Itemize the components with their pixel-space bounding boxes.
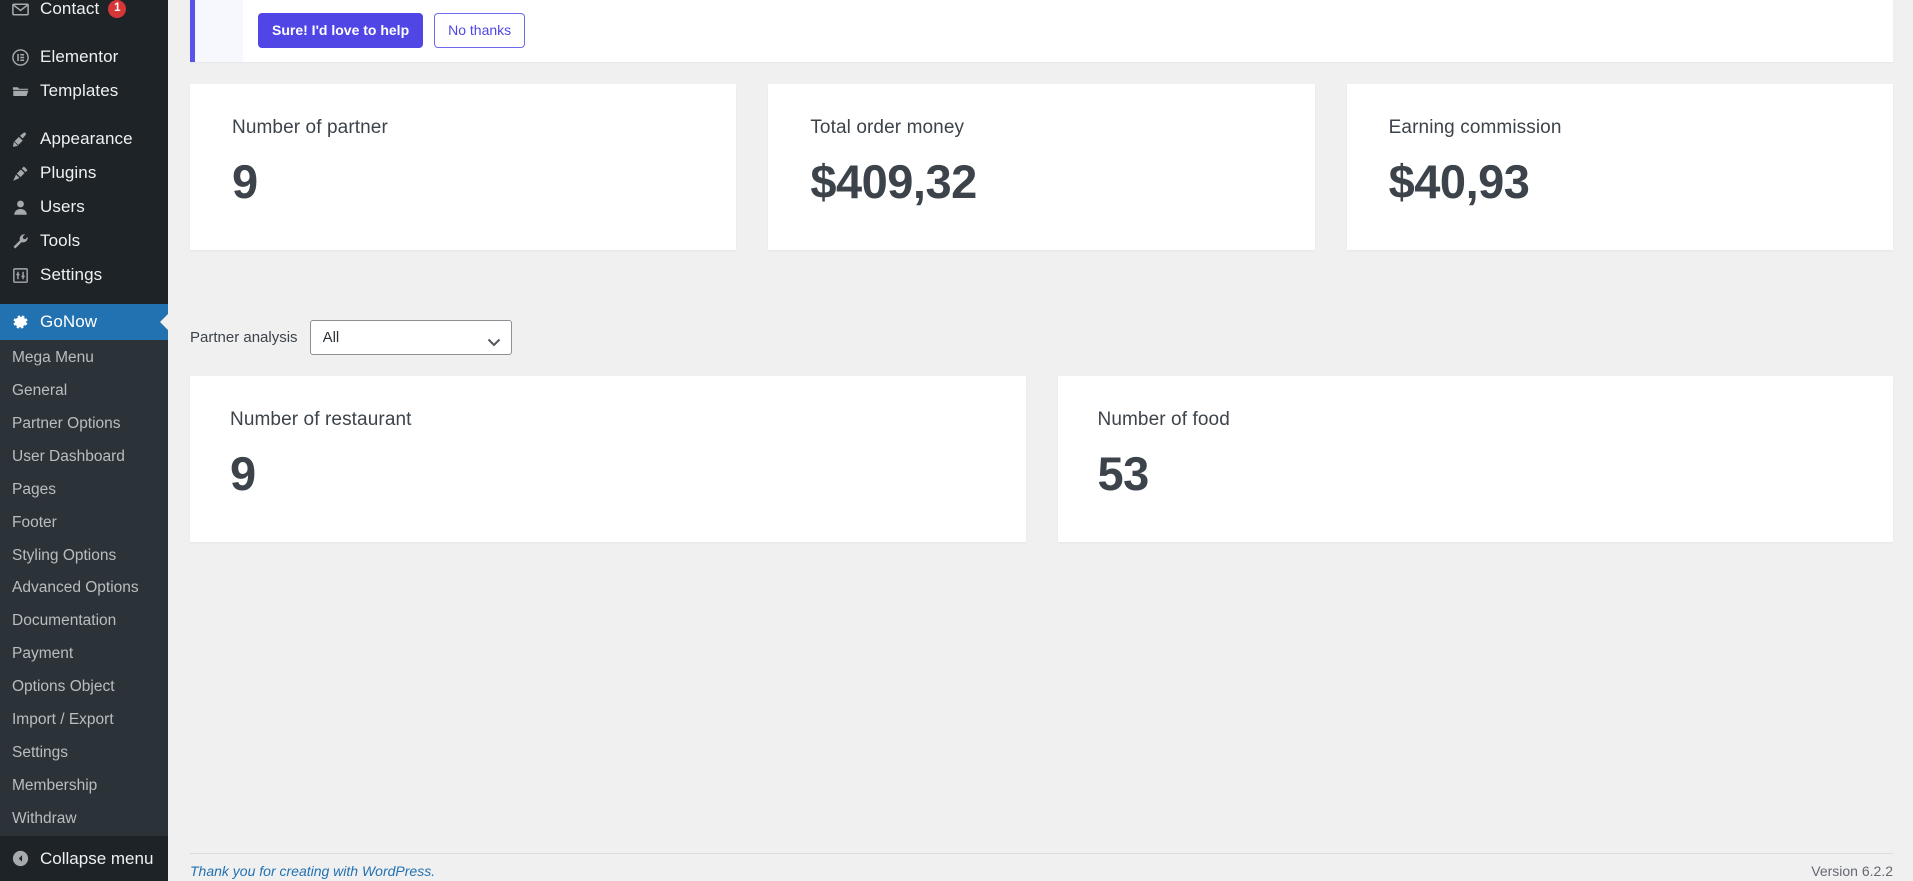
sidebar-item-plugins[interactable]: Plugins <box>0 156 168 190</box>
submenu-item-styling-options[interactable]: Styling Options <box>0 540 168 573</box>
submenu-item-footer[interactable]: Footer <box>0 507 168 540</box>
wrench-icon <box>0 232 40 251</box>
card-value: $40,93 <box>1388 155 1530 208</box>
menu-separator <box>0 292 168 304</box>
sidebar-item-label: Settings <box>40 265 103 284</box>
admin-sidebar: Contact 1 Elementor Templates Appearance… <box>0 0 168 881</box>
partner-analysis-filter: Partner analysis All <box>190 320 512 355</box>
sidebar-item-settings[interactable]: Settings <box>0 258 168 292</box>
submenu-item-documentation[interactable]: Documentation <box>0 605 168 638</box>
sidebar-item-templates[interactable]: Templates <box>0 74 168 108</box>
elementor-icon <box>0 48 40 67</box>
submenu-item-membership[interactable]: Membership <box>0 770 168 803</box>
menu-separator <box>0 108 168 122</box>
card-value: 53 <box>1097 447 1150 500</box>
admin-footer: Thank you for creating with WordPress. V… <box>190 853 1893 881</box>
stat-card-number-of-food: Number of food 53 <box>1057 376 1893 542</box>
footer-version: Version 6.2.2 <box>1811 862 1893 879</box>
card-value: 9 <box>230 447 256 500</box>
card-title: Earning commission <box>1388 117 1562 138</box>
card-value: $409,32 <box>810 155 977 208</box>
sidebar-item-elementor[interactable]: Elementor <box>0 40 168 74</box>
user-icon <box>0 198 40 217</box>
sidebar-item-contact[interactable]: Contact 1 <box>0 0 168 26</box>
card-title: Number of partner <box>232 117 388 138</box>
submenu-item-advanced-options[interactable]: Advanced Options <box>0 572 168 605</box>
sidebar-item-label: Elementor <box>40 47 119 66</box>
submenu-item-general[interactable]: General <box>0 375 168 408</box>
content-area: Sure! I'd love to help No thanks Number … <box>168 0 1913 881</box>
card-title: Number of restaurant <box>230 409 412 430</box>
submenu-item-mega-menu[interactable]: Mega Menu <box>0 342 168 375</box>
sidebar-item-appearance[interactable]: Appearance <box>0 122 168 156</box>
sidebar-item-label: Contact <box>40 0 100 18</box>
gear-icon <box>0 312 40 332</box>
submenu-item-withdraw[interactable]: Withdraw <box>0 803 168 836</box>
sidebar-item-label: Templates <box>40 81 119 100</box>
stat-card-earning-commission: Earning commission $40,93 <box>1346 84 1893 250</box>
submenu-item-payment[interactable]: Payment <box>0 638 168 671</box>
sidebar-item-label: Plugins <box>40 163 97 182</box>
submenu-item-import-export[interactable]: Import / Export <box>0 704 168 737</box>
notice-dismiss-button[interactable]: No thanks <box>434 13 526 48</box>
submenu-item-options-object[interactable]: Options Object <box>0 671 168 704</box>
admin-screen: Contact 1 Elementor Templates Appearance… <box>0 0 1913 881</box>
card-value: 9 <box>232 155 258 208</box>
submenu-item-partner-options[interactable]: Partner Options <box>0 408 168 441</box>
sidebar-item-label: Tools <box>40 231 81 250</box>
sidebar-item-label: Appearance <box>40 129 133 148</box>
partner-analysis-label: Partner analysis <box>190 329 298 346</box>
gonow-submenu: Mega Menu General Partner Options User D… <box>0 340 168 881</box>
notice-tint <box>195 0 243 62</box>
collapse-arrow-icon <box>0 849 40 868</box>
bottom-stats-row: Number of restaurant 9 Number of food 53 <box>190 376 1893 542</box>
submenu-item-pages[interactable]: Pages <box>0 474 168 507</box>
sliders-icon <box>0 266 40 285</box>
sidebar-item-label: Users <box>40 197 85 216</box>
notice-accept-button[interactable]: Sure! I'd love to help <box>258 13 424 48</box>
card-title: Number of food <box>1097 409 1230 430</box>
collapse-menu-label: Collapse menu <box>40 848 154 868</box>
sidebar-item-label: GoNow <box>40 312 98 331</box>
partner-analysis-select-wrap: All <box>309 320 512 355</box>
stat-card-total-order-money: Total order money $409,32 <box>768 84 1315 250</box>
menu-separator <box>0 26 168 40</box>
card-title: Total order money <box>810 117 965 138</box>
promo-notice: Sure! I'd love to help No thanks <box>190 0 1893 62</box>
footer-thanks-text[interactable]: Thank you for creating with WordPress. <box>190 863 435 879</box>
contact-badge: 1 <box>108 0 127 18</box>
top-stats-row: Number of partner 9 Total order money $4… <box>190 84 1893 250</box>
sidebar-item-tools[interactable]: Tools <box>0 224 168 258</box>
notice-actions: Sure! I'd love to help No thanks <box>258 13 526 48</box>
submenu-item-settings[interactable]: Settings <box>0 737 168 770</box>
sidebar-item-users[interactable]: Users <box>0 190 168 224</box>
folder-icon <box>0 82 40 101</box>
partner-analysis-select[interactable]: All <box>309 320 512 355</box>
collapse-menu-button[interactable]: Collapse menu <box>0 836 168 881</box>
mail-icon <box>0 0 40 19</box>
sidebar-item-gonow[interactable]: GoNow <box>0 304 168 340</box>
paintbrush-icon <box>0 130 40 149</box>
submenu-item-user-dashboard[interactable]: User Dashboard <box>0 441 168 474</box>
stat-card-number-of-partner: Number of partner 9 <box>190 84 737 250</box>
plug-icon <box>0 164 40 183</box>
stat-card-number-of-restaurant: Number of restaurant 9 <box>190 376 1026 542</box>
